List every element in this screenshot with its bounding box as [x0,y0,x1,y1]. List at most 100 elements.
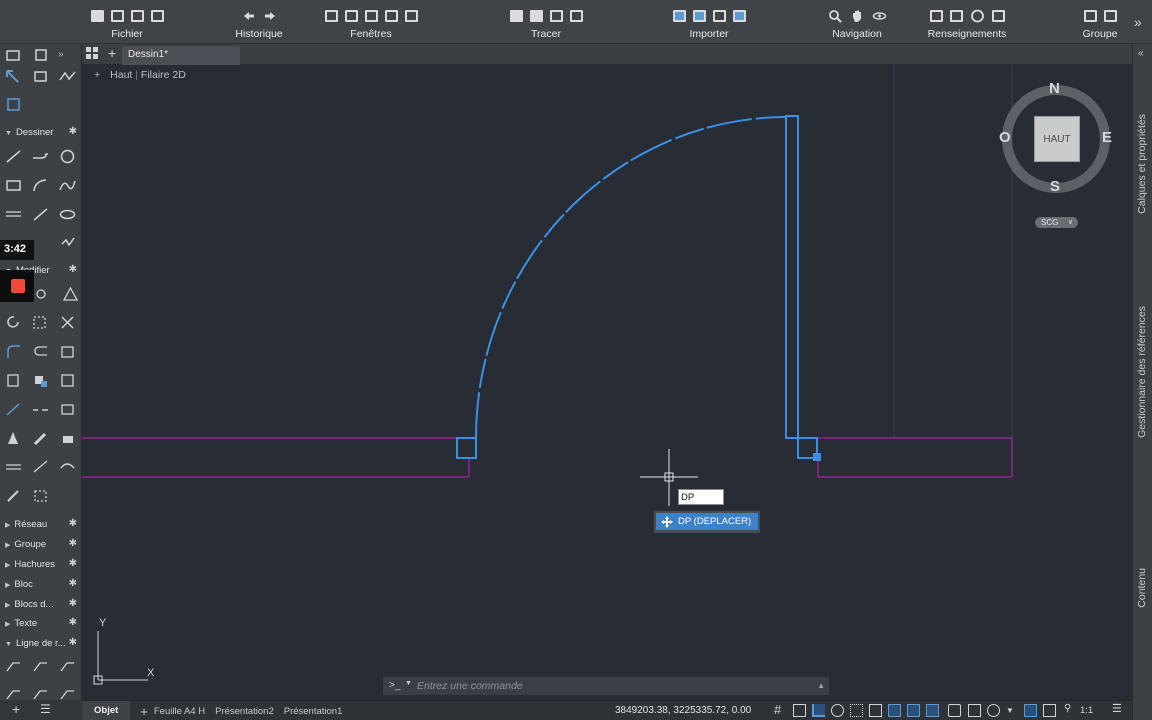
undo-icon[interactable] [241,9,256,23]
viewport-plus-icon[interactable]: + [94,69,100,81]
ribbon-expand-icon[interactable]: » [1134,14,1142,30]
save-icon[interactable] [130,10,144,22]
hatch-edit-tool-icon[interactable] [31,487,50,504]
plot-icon[interactable] [509,10,523,22]
palette-icon-a[interactable] [4,47,23,64]
chamfer-tool-icon[interactable] [4,430,23,447]
export-pdf-icon[interactable] [569,10,583,22]
revcloud-tool-icon[interactable] [60,234,79,251]
visual-style[interactable]: Filaire 2D [141,69,186,81]
leader-add-tool-icon[interactable] [31,657,50,674]
stretch-tool-icon[interactable] [4,372,23,389]
viewport-clip-icon[interactable] [384,10,398,22]
viewport-icon[interactable] [324,10,338,22]
tab-dessin1[interactable]: Dessin1* [122,46,240,65]
zoom-icon[interactable] [828,9,843,23]
line-tool-icon[interactable] [4,148,23,165]
ribbon-group-fichier[interactable]: Fichier [72,6,182,42]
dynamic-input-field[interactable]: DP [678,489,724,505]
align-tool-icon[interactable] [58,372,77,389]
compass-north[interactable]: N [1049,80,1060,97]
section-reseau[interactable]: ▶ Réseau ✱ [0,516,82,534]
dynamic-input-icon[interactable] [907,704,920,717]
edit-tool-icon[interactable] [4,487,23,504]
ellipse-tool-icon[interactable] [58,206,77,223]
tab-calques-proprietes[interactable]: Calques et propriétés [1136,114,1148,214]
properties-icon[interactable] [4,96,23,113]
new-file-icon[interactable] [90,10,104,22]
rotate-tool-icon[interactable] [4,314,23,331]
viewport-join-icon[interactable] [364,10,378,22]
attach-icon[interactable] [692,10,706,22]
copy-tool-icon[interactable] [34,286,53,303]
layout-tab-feuille[interactable]: Feuille A4 H [154,706,205,717]
leader-tool-icon[interactable] [4,657,23,674]
compass-east[interactable]: E [1102,129,1112,146]
import-block-icon[interactable] [732,10,746,22]
rectangle-tool-icon[interactable] [4,177,23,194]
polar-icon[interactable] [831,704,844,717]
lineweight-icon[interactable] [926,704,939,717]
customize-icon[interactable]: ☰ [1112,702,1125,715]
mline-tool-icon[interactable] [4,206,23,223]
polyline-tool-icon[interactable] [31,148,50,165]
move-select-icon[interactable] [31,68,50,85]
palette-menu-icon[interactable]: ☰ [40,702,51,716]
annotation-scale-value[interactable]: 1:1 [1080,705,1093,716]
annotation-scale-icon[interactable]: ⚲ [1064,703,1077,716]
divide-tool-icon[interactable] [31,458,50,475]
ribbon-group-importer[interactable]: Importer [652,6,766,42]
circle-tool-icon[interactable] [58,148,77,165]
3d-osnap-icon[interactable] [987,704,1000,717]
ribbon-group-renseignements[interactable]: Renseignements [910,6,1024,42]
viewcube-face[interactable]: HAUT [1034,116,1080,162]
time-icon[interactable] [970,9,985,23]
arc-tool-icon[interactable] [31,177,50,194]
section-texte[interactable]: ▶ Texte ✱ [0,615,82,633]
isometric-icon[interactable] [850,704,863,717]
ribbon-group-tracer[interactable]: Tracer [490,6,602,42]
section-groupe[interactable]: ▶ Groupe ✱ [0,536,82,554]
stop-record-icon[interactable] [11,279,25,293]
layout-tab-objet[interactable]: Objet [82,701,131,720]
panel-expand-icon[interactable]: « [1138,48,1144,59]
xline-tool-icon[interactable] [31,206,50,223]
viewport-split-icon[interactable] [344,10,358,22]
ortho-icon[interactable] [812,704,825,717]
drawing-canvas[interactable]: Y X HAUT N S E O SCG ∨ [82,65,1132,700]
distance-icon[interactable] [929,10,943,22]
leader-remove-tool-icon[interactable] [58,657,77,674]
tab-grid-icon[interactable] [86,47,98,59]
auto-scale-icon[interactable] [1043,704,1056,717]
trim-tool-icon[interactable] [58,314,77,331]
transparency-icon[interactable] [948,704,961,717]
tab-contenu[interactable]: Contenu [1136,568,1148,608]
command-suggestion-move[interactable]: DP (DEPLACER) [656,513,758,530]
gear-icon[interactable]: ✱ [69,637,77,648]
pan-hand-icon[interactable] [850,9,865,23]
area-icon[interactable] [949,10,963,22]
object-snap-track-icon[interactable] [869,704,882,717]
open-folder-icon[interactable] [110,10,124,22]
ribbon-group-navigation[interactable]: Navigation [812,6,902,42]
chevron-down-icon[interactable]: ▼ [1006,706,1019,719]
gear-icon[interactable]: ✱ [69,558,77,569]
match-tool-icon[interactable] [58,430,77,447]
lengthen-tool-icon[interactable] [4,458,23,475]
gear-icon[interactable]: ✱ [69,578,77,589]
viewport-named-icon[interactable] [404,10,418,22]
object-snap-icon[interactable] [888,704,901,717]
ribbon-group-historique[interactable]: Historique [222,6,296,42]
gear-icon[interactable]: ✱ [69,598,77,609]
layout-tab-presentation2[interactable]: Présentation2 [215,706,274,717]
command-history-icon[interactable]: ▲ [817,681,825,690]
fillet-tool-icon[interactable] [4,343,23,360]
ribbon-group-groupe[interactable]: Groupe [1074,6,1126,42]
record-button[interactable] [0,270,34,302]
break-tool-icon[interactable] [31,401,50,418]
select-tool-icon[interactable] [4,68,23,85]
join-tool-icon[interactable] [58,401,77,418]
gear-icon[interactable]: ✱ [69,538,77,549]
layout-tab-presentation1[interactable]: Présentation1 [284,706,343,717]
snap-icon[interactable] [793,704,806,717]
